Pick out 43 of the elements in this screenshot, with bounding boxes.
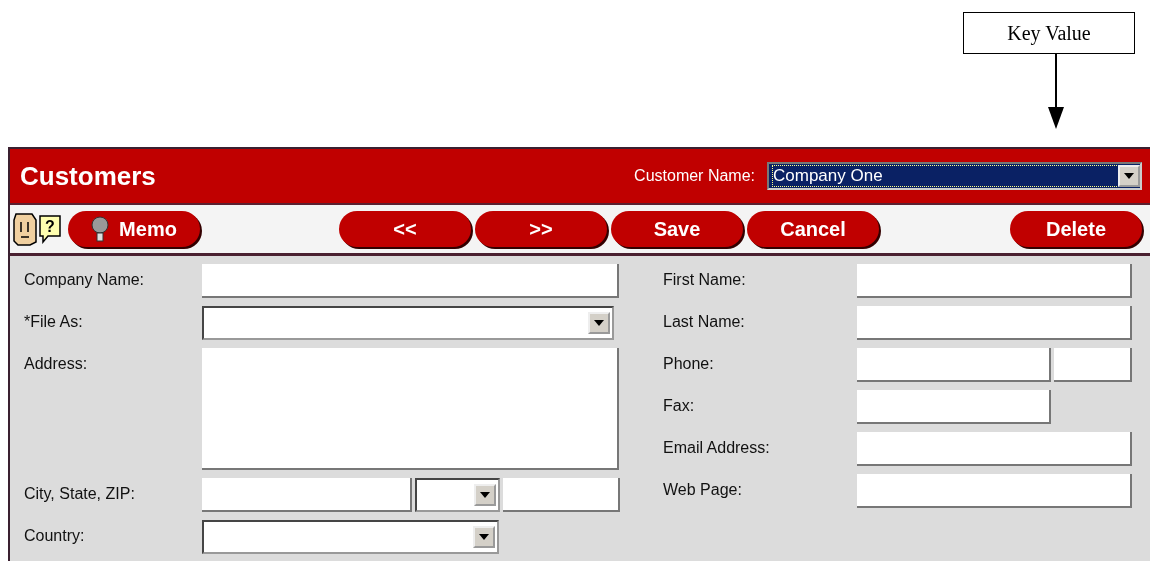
field-label: Fax: bbox=[663, 396, 696, 416]
memo-button[interactable]: Memo bbox=[68, 211, 200, 247]
dropdown-field[interactable] bbox=[202, 520, 499, 554]
caret-icon bbox=[479, 534, 489, 540]
field-label: Last Name: bbox=[663, 312, 746, 332]
field-label: First Name: bbox=[663, 270, 747, 290]
input-field[interactable] bbox=[1054, 348, 1132, 382]
dropdown-field[interactable] bbox=[202, 306, 614, 340]
customer-name-dropdown[interactable]: Company One bbox=[767, 162, 1142, 190]
field-label: Company Name: bbox=[24, 270, 146, 290]
input-field[interactable] bbox=[857, 474, 1132, 508]
stone-head-icon bbox=[12, 212, 38, 246]
customer-name-label: Customer Name: bbox=[634, 167, 755, 185]
toolbar-button[interactable]: >> bbox=[475, 211, 607, 247]
input-field[interactable] bbox=[857, 348, 1051, 382]
field-label: Phone: bbox=[663, 354, 715, 374]
input-field[interactable] bbox=[857, 306, 1132, 340]
field-label: Country: bbox=[24, 526, 86, 546]
delete-button[interactable]: Delete bbox=[1010, 211, 1142, 247]
caret-icon bbox=[1124, 173, 1134, 179]
field-label: Email Address: bbox=[663, 438, 771, 458]
field-label: Web Page: bbox=[663, 480, 743, 500]
address-field[interactable] bbox=[202, 348, 619, 470]
field-label: Address: bbox=[24, 354, 89, 374]
lightbulb-icon bbox=[91, 216, 110, 242]
input-field[interactable] bbox=[857, 390, 1051, 424]
dropdown-field[interactable] bbox=[415, 478, 500, 512]
toolbar-button[interactable]: << bbox=[339, 211, 471, 247]
caret-icon bbox=[594, 320, 604, 326]
annotation-label: Key Value bbox=[963, 12, 1135, 54]
input-field[interactable] bbox=[857, 264, 1132, 298]
input-field[interactable] bbox=[503, 478, 620, 512]
help-icon[interactable]: ? bbox=[38, 214, 62, 244]
toolbar-button[interactable]: Cancel bbox=[747, 211, 879, 247]
input-field[interactable] bbox=[202, 478, 412, 512]
field-label: City, State, ZIP: bbox=[24, 484, 136, 504]
input-field[interactable] bbox=[202, 264, 619, 298]
window-title: Customers bbox=[20, 160, 157, 192]
caret-icon bbox=[480, 492, 490, 498]
toolbar-button[interactable]: Save bbox=[611, 211, 743, 247]
field-label: *File As: bbox=[24, 312, 84, 332]
down-arrow-icon bbox=[1046, 54, 1066, 129]
input-field[interactable] bbox=[857, 432, 1132, 466]
